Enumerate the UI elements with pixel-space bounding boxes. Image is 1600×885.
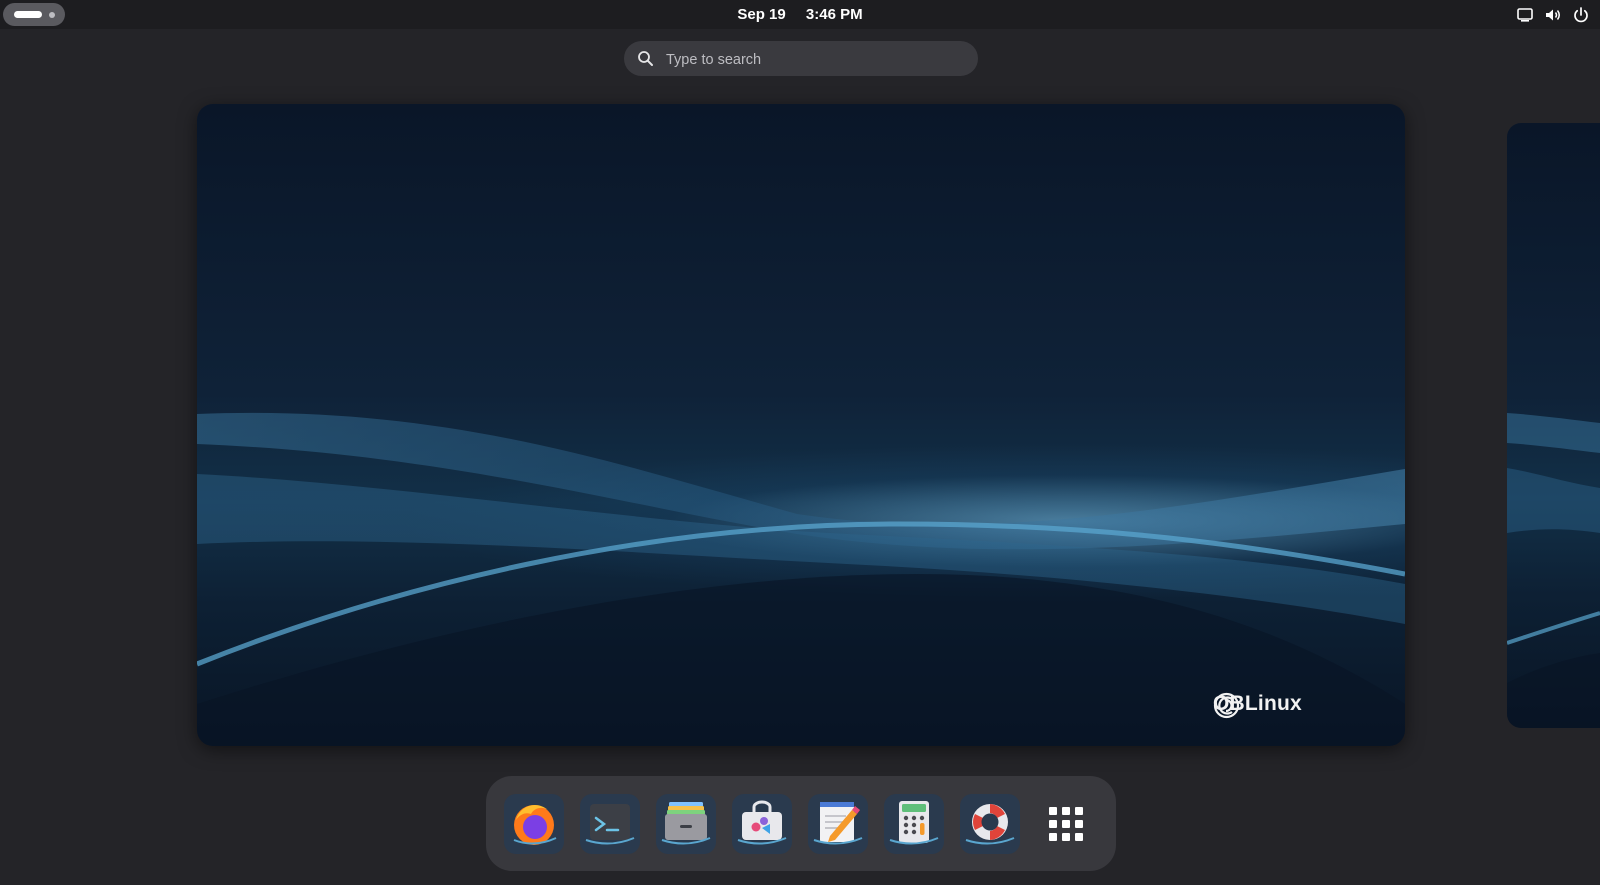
- dock-item-calculator[interactable]: [884, 794, 944, 854]
- active-workspace-indicator: [14, 11, 42, 18]
- activities-button[interactable]: [3, 3, 65, 26]
- software-icon: [732, 794, 792, 854]
- volume-icon[interactable]: [1544, 6, 1562, 24]
- dock-item-terminal[interactable]: [580, 794, 640, 854]
- system-tray[interactable]: [1516, 4, 1590, 25]
- app-grid-icon: [1049, 807, 1083, 841]
- top-bar: Sep 19 3:46 PM: [0, 0, 1600, 29]
- oblinux-logo-icon: [1213, 692, 1240, 719]
- dock-item-help[interactable]: [960, 794, 1020, 854]
- dock: [486, 776, 1116, 871]
- search-bar[interactable]: [624, 41, 978, 78]
- firefox-icon: [504, 794, 564, 854]
- wallpaper: [197, 412, 1405, 746]
- power-icon[interactable]: [1572, 6, 1590, 24]
- text-editor-icon: [808, 794, 868, 854]
- clock: Sep 19 3:46 PM: [0, 0, 1600, 29]
- wallpaper-peek: [1507, 413, 1600, 728]
- dock-item-firefox[interactable]: [504, 794, 564, 854]
- dock-item-text-editor[interactable]: [808, 794, 868, 854]
- clock-date[interactable]: Sep 19: [737, 6, 785, 23]
- dock-item-software[interactable]: [732, 794, 792, 854]
- terminal-icon: [580, 794, 640, 854]
- clock-time[interactable]: 3:46 PM: [806, 6, 863, 23]
- dock-item-files[interactable]: [656, 794, 716, 854]
- help-icon: [960, 794, 1020, 854]
- show-apps-button[interactable]: [1036, 794, 1096, 854]
- search-icon: [638, 51, 653, 66]
- display-icon[interactable]: [1516, 6, 1534, 24]
- workspace-thumbnail[interactable]: OBLinux: [197, 104, 1405, 746]
- brand-logo: OBLinux: [1213, 692, 1302, 719]
- workspace-thumbnail-2[interactable]: [1507, 123, 1600, 728]
- files-icon: [656, 794, 716, 854]
- workspace-indicator: [49, 12, 55, 18]
- search-input[interactable]: [664, 41, 968, 78]
- calculator-icon: [884, 794, 944, 854]
